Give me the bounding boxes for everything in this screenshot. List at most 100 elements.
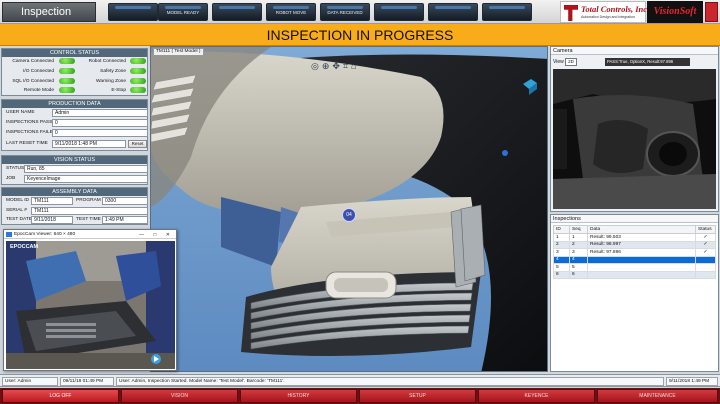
inspections-header: Inspections — [551, 215, 718, 223]
test-date-row: TEST DATE 9/11/2018 TEST TIME 1:49 PM — [4, 216, 148, 224]
production-data-header: PRODUCTION DATA — [2, 100, 147, 108]
inspections-passed-field: 0 — [52, 119, 148, 127]
row-data: Result: 97.896 — [587, 248, 696, 257]
tab-setup[interactable]: SETUP — [359, 389, 476, 403]
model-ready-button[interactable]: MODEL READY — [158, 3, 208, 21]
robot-connected-label: Robot Connected — [88, 59, 126, 64]
robot-move-button[interactable]: ROBOT MOVE — [266, 3, 316, 21]
visionsoft-logo: VisionSoft — [647, 1, 703, 23]
point-marker-04[interactable]: 04 — [342, 208, 356, 222]
tc-logo-icon — [564, 5, 578, 21]
status-message: User: Admin, Inspection Started. Model N… — [116, 377, 664, 386]
serial-label: SERIAL # — [6, 208, 27, 213]
nav-button-6[interactable] — [374, 3, 424, 21]
serial-field: TM111 — [31, 207, 148, 215]
reset-button[interactable]: Reset — [128, 140, 147, 148]
vision-status-label: STATUS — [6, 166, 25, 171]
robot-connected-indicator — [130, 58, 146, 64]
vision-status-header: VISION STATUS — [2, 156, 147, 164]
last-reset-row: LAST RESET TIME 9/11/2018 1:48 PM Reset — [4, 140, 148, 148]
tab-history[interactable]: HISTORY — [240, 389, 357, 403]
vision-job-field: KeyenceImage — [24, 175, 148, 183]
safety-zone-label: Safety Zone — [100, 69, 126, 74]
sql-io-connected-label: SQL I/O Connected — [12, 79, 54, 84]
status-datetime: 9/11/2018 1:49 PM — [666, 377, 718, 386]
epoccam-title-bar: EpocCam Viewer: 640 × 480 — □ ✕ — [4, 230, 176, 239]
viewport-home-icon[interactable]: ⌂ — [351, 61, 359, 71]
table-row[interactable]: 5 5 — [553, 263, 716, 272]
epoccam-viewer-window[interactable]: EpocCam Viewer: 640 × 480 — □ ✕ EPOCCAM — [3, 229, 177, 371]
vision-status-field: Run, 85 — [24, 165, 148, 173]
col-seq[interactable]: Seq — [569, 225, 588, 234]
camera-connected-indicator — [59, 58, 75, 64]
io-connected-label: I/O Connected — [23, 69, 54, 74]
top-toolbar: Inspection MODEL READY ROBOT MOVE DATA R… — [0, 0, 720, 24]
viewport-select-icon[interactable]: ◎ — [311, 61, 322, 71]
table-row-selected[interactable]: 4 4 — [553, 255, 716, 264]
epoccam-brand: EPOCCAM — [10, 244, 39, 250]
total-controls-logo: Total Controls, Inc. Automation Design a… — [560, 1, 649, 23]
table-row[interactable]: 6 6 — [553, 270, 716, 279]
camera-connected-label: Camera Connected — [12, 59, 54, 64]
table-row[interactable]: 1 1 Result: 99.503 ✓ — [553, 233, 716, 242]
nav-button-8[interactable] — [482, 3, 532, 21]
epoccam-window-controls[interactable]: — □ ✕ — [139, 231, 174, 240]
safety-zone-indicator — [130, 68, 146, 74]
window-control-button[interactable] — [705, 2, 718, 22]
data-received-button[interactable]: DATA RECEIVED — [320, 3, 370, 21]
tab-maintenance[interactable]: MAINTENANCE — [597, 389, 718, 403]
camera-result-text: PASS:True, OptionX, Result:97.896 — [605, 58, 690, 66]
remote-mode-label: Remote Mode — [23, 88, 54, 93]
epoccam-app-icon — [6, 232, 12, 237]
e-stop-label: E-Stop — [111, 88, 126, 93]
assembly-data-panel: ASSEMBLY DATA MODEL ID TM111 PROGRAM 030… — [1, 187, 148, 225]
nav-button-7[interactable] — [428, 3, 478, 21]
row-seq: 5 — [569, 263, 588, 272]
model-3d-viewport[interactable]: TM111 ( Test Model ) ◎⊕✥⌗⌂ 04 — [150, 46, 548, 372]
tab-keyence[interactable]: KEYENCE — [478, 389, 595, 403]
model-row: MODEL ID TM111 PROGRAM 0300 — [4, 197, 148, 205]
app-title: Inspection — [2, 2, 96, 22]
model-id-label: MODEL ID — [6, 198, 30, 203]
nav-button-1[interactable] — [108, 3, 158, 21]
row-id: 4 — [553, 255, 570, 264]
viewport-fit-icon[interactable]: ⌗ — [343, 61, 351, 71]
viewport-pan-icon[interactable]: ✥ — [332, 61, 343, 71]
inspections-failed-field: 0 — [52, 129, 148, 137]
row-seq: 4 — [569, 255, 588, 264]
inspections-table[interactable]: ID Seq Data Status 1 1 Result: 99.503 ✓ … — [553, 225, 716, 279]
row-seq: 1 — [569, 233, 588, 242]
row-status-check: ✓ — [695, 233, 716, 242]
row-id: 5 — [553, 263, 570, 272]
robot-move-label: ROBOT MOVE — [275, 9, 307, 15]
camera-view-select[interactable]: 2D — [565, 58, 577, 66]
test-time-label: TEST TIME — [76, 217, 101, 222]
status-bar: User: Admin 09/11/18 01:49 PM User: Admi… — [0, 374, 720, 387]
row-data — [587, 270, 696, 279]
warning-zone-label: Warning Zone — [96, 79, 126, 84]
table-row[interactable]: 2 2 Result: 98.997 ✓ — [553, 240, 716, 249]
e-stop-indicator — [130, 87, 146, 93]
col-data[interactable]: Data — [587, 225, 696, 234]
camera-toolbar: View 2D PASS:True, OptionX, Result:97.89… — [553, 57, 716, 67]
inspection-status-banner: INSPECTION IN PROGRESS — [0, 24, 720, 46]
epoccam-video-feed: EPOCCAM — [6, 241, 175, 369]
status-time: 09/11/18 01:49 PM — [60, 377, 114, 386]
tab-vision[interactable]: VISION — [121, 389, 238, 403]
last-reset-label: LAST RESET TIME — [6, 141, 48, 146]
tab-log-off[interactable]: LOG OFF — [2, 389, 119, 403]
camera-header: Camera — [551, 47, 718, 55]
camera-grayscale-frame — [553, 69, 716, 209]
nav-button-3[interactable] — [212, 3, 262, 21]
col-status[interactable]: Status — [695, 225, 716, 234]
viewport-toolbar[interactable]: ◎⊕✥⌗⌂ — [311, 61, 359, 72]
sql-io-connected-indicator — [59, 78, 75, 84]
app-window: Inspection MODEL READY ROBOT MOVE DATA R… — [0, 0, 720, 404]
inspections-failed-label: INSPECTIONS FAILED — [6, 130, 57, 135]
camera-view-label: View — [553, 59, 564, 65]
camera-panel: Camera View 2D PASS:True, OptionX, Resul… — [550, 46, 719, 212]
viewport-zoom-icon[interactable]: ⊕ — [322, 61, 333, 71]
row-data: Result: 98.997 — [587, 240, 696, 249]
table-row[interactable]: 3 3 Result: 97.896 ✓ — [553, 248, 716, 257]
col-id[interactable]: ID — [553, 225, 570, 234]
